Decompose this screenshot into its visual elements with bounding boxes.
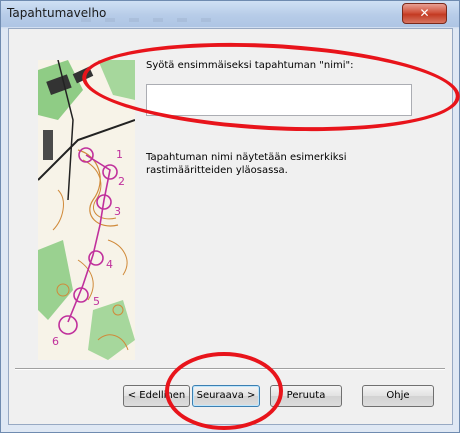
- cancel-button[interactable]: Peruuta: [270, 385, 342, 407]
- close-button[interactable]: ✕: [402, 3, 447, 24]
- event-name-input[interactable]: [146, 84, 412, 116]
- orienteering-map-image: 1 2 3 4 5 6: [38, 60, 135, 360]
- svg-text:1: 1: [116, 148, 123, 161]
- svg-text:6: 6: [52, 335, 59, 348]
- wizard-content: 1 2 3 4 5 6 Syötä ensimmäiseksi tapahtum…: [8, 28, 453, 425]
- button-separator: [15, 368, 445, 370]
- help-button[interactable]: Ohje: [362, 385, 434, 407]
- svg-text:2: 2: [118, 175, 125, 188]
- title-bar-background-icons: [81, 12, 225, 25]
- svg-text:3: 3: [114, 205, 121, 218]
- svg-text:4: 4: [106, 258, 113, 271]
- map-illustration: 1 2 3 4 5 6: [38, 60, 135, 360]
- back-button[interactable]: < Edellinen: [123, 385, 190, 407]
- svg-text:5: 5: [93, 295, 100, 308]
- title-bar[interactable]: Tapahtumavelho ✕: [1, 1, 459, 27]
- name-hint-text: Tapahtuman nimi näytetään esimerkiksi ra…: [146, 152, 347, 176]
- name-prompt-label: Syötä ensimmäiseksi tapahtuman "nimi":: [146, 60, 354, 71]
- wizard-window: Tapahtumavelho ✕ 1 2 3 4 5 6 Syötä ensim…: [0, 0, 460, 433]
- next-button[interactable]: Seuraava >: [192, 385, 260, 407]
